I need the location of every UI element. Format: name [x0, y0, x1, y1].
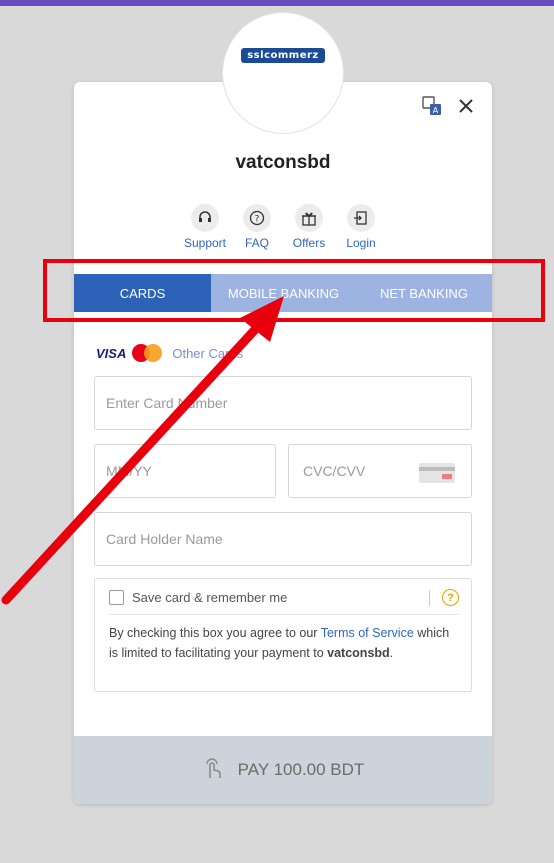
- pay-button[interactable]: PAY 100.00 BDT: [74, 736, 492, 804]
- headset-icon: [191, 204, 219, 232]
- cvc-input[interactable]: CVC/CVV: [288, 444, 472, 498]
- save-card-label: Save card & remember me: [132, 590, 288, 605]
- cvc-placeholder: CVC/CVV: [303, 463, 366, 479]
- other-cards-link[interactable]: Other Cards: [172, 346, 243, 361]
- quick-link-label: Offers: [292, 236, 326, 250]
- quick-link-label: FAQ: [244, 236, 269, 250]
- quick-links: Support ? FAQ Offers Login: [74, 204, 492, 250]
- help-icon[interactable]: ?: [442, 589, 459, 606]
- divider: [429, 589, 430, 606]
- merchant-logo: sslcommerz: [222, 12, 344, 134]
- translate-icon[interactable]: A: [422, 96, 442, 121]
- payment-card: A vatconsbd Support ? FAQ Offers Login C…: [74, 82, 492, 804]
- question-icon: ?: [243, 204, 271, 232]
- svg-text:?: ?: [255, 215, 260, 225]
- svg-text:A: A: [433, 106, 439, 115]
- quick-link-label: Support: [183, 236, 227, 250]
- payment-method-tabs: CARDS MOBILE BANKING NET BANKING: [74, 274, 492, 312]
- save-card-checkbox[interactable]: [109, 590, 124, 605]
- header-actions: A: [422, 96, 474, 121]
- quick-link-faq[interactable]: ? FAQ: [231, 204, 283, 250]
- quick-link-login[interactable]: Login: [335, 204, 387, 250]
- sslcommerz-logo: sslcommerz: [241, 47, 325, 63]
- quick-link-offers[interactable]: Offers: [283, 204, 335, 250]
- card-brands: VISA Other Cards: [96, 344, 243, 362]
- card-holder-input[interactable]: Card Holder Name: [94, 512, 472, 566]
- gift-icon: [295, 204, 323, 232]
- card-number-input[interactable]: Enter Card Number: [94, 376, 472, 430]
- quick-link-support[interactable]: Support: [179, 204, 231, 250]
- login-icon: [347, 204, 375, 232]
- terms-end: .: [389, 646, 394, 660]
- mastercard-icon: [132, 344, 163, 362]
- terms-prefix: By checking this box you agree to our: [109, 626, 321, 640]
- expiry-input[interactable]: MM/YY: [94, 444, 276, 498]
- quick-link-label: Login: [346, 236, 376, 250]
- visa-logo: VISA: [96, 345, 127, 361]
- pay-label: PAY 100.00 BDT: [237, 760, 365, 779]
- touch-icon: [202, 756, 224, 785]
- terms-link[interactable]: Terms of Service: [321, 626, 414, 640]
- tab-net-banking[interactable]: NET BANKING: [356, 274, 492, 312]
- top-accent-bar: [0, 0, 554, 6]
- save-card-panel: Save card & remember me ? By checking th…: [94, 578, 472, 692]
- tab-mobile-banking[interactable]: MOBILE BANKING: [211, 274, 356, 312]
- tab-cards[interactable]: CARDS: [74, 274, 211, 312]
- merchant-name: vatconsbd: [235, 152, 331, 173]
- close-icon[interactable]: [458, 98, 474, 119]
- terms-text: By checking this box you agree to our Te…: [109, 623, 459, 663]
- save-card-row: Save card & remember me ?: [109, 589, 459, 615]
- card-back-icon: [419, 463, 455, 483]
- terms-merchant: vatconsbd: [327, 646, 390, 660]
